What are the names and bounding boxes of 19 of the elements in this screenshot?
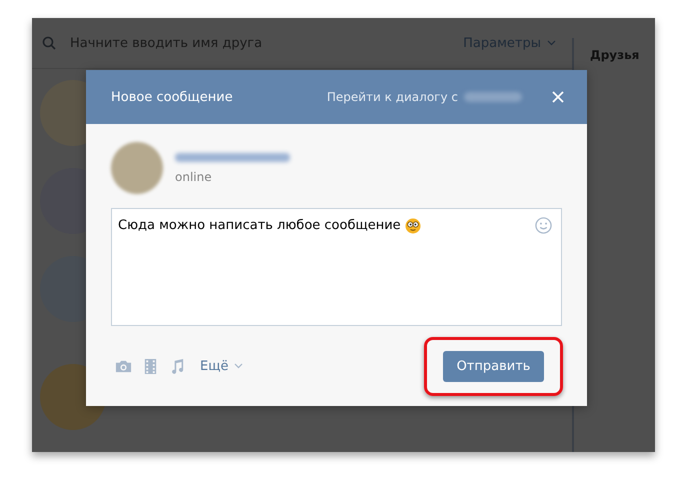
- recipient-status: online: [175, 170, 213, 184]
- friends-tab[interactable]: Друзья: [574, 38, 655, 62]
- film-icon[interactable]: [142, 358, 159, 374]
- dialog-title: Новое сообщение: [111, 90, 234, 104]
- caret-icon: [234, 363, 244, 369]
- recipient-avatar: [111, 142, 163, 194]
- smiley-icon[interactable]: [535, 217, 552, 234]
- message-text: Сюда можно написать любое сообщение: [118, 218, 401, 233]
- send-button[interactable]: Отправить: [443, 350, 544, 382]
- redacted-name: [464, 92, 522, 102]
- goto-dialog-link[interactable]: Перейти к диалогу с: [326, 90, 458, 104]
- emoji-icon: [404, 218, 421, 234]
- message-field[interactable]: Сюда можно написать любое сообщение: [111, 208, 562, 326]
- music-icon[interactable]: [169, 358, 186, 374]
- search-icon: [42, 36, 56, 50]
- camera-icon[interactable]: [115, 358, 132, 374]
- caret-icon: [547, 40, 556, 46]
- close-icon[interactable]: [552, 91, 564, 103]
- more-menu[interactable]: Ещё: [200, 358, 244, 374]
